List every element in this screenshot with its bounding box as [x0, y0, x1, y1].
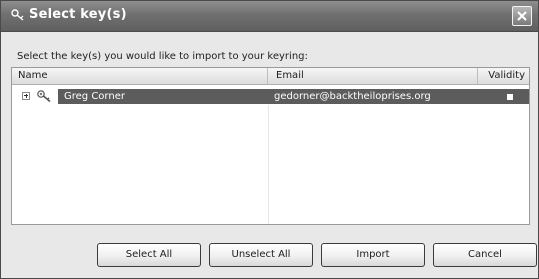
close-icon — [517, 11, 527, 21]
window-title: Select key(s) — [29, 7, 127, 22]
keys-list[interactable]: Name Email Validity Greg Corner gedorner… — [11, 67, 530, 225]
key-email-cell: gedorner@backtheiloprises.org — [274, 91, 431, 102]
key-pair-icon — [37, 90, 51, 103]
column-divider — [268, 105, 269, 224]
select-keys-dialog: Select key(s) Select the key(s) you woul… — [0, 0, 539, 279]
column-header-name[interactable]: Name — [12, 68, 268, 84]
list-item[interactable]: Greg Corner gedorner@backtheiloprises.or… — [12, 85, 529, 105]
keys-icon — [11, 9, 24, 21]
import-button[interactable]: Import — [321, 243, 425, 267]
title-bar[interactable]: Select key(s) — [1, 1, 538, 32]
button-bar: Select All Unselect All Import Cancel — [1, 233, 538, 278]
close-button[interactable] — [512, 6, 532, 26]
column-header-validity[interactable]: Validity — [478, 68, 529, 84]
list-header: Name Email Validity — [12, 68, 529, 85]
unselect-all-button[interactable]: Unselect All — [209, 243, 313, 267]
column-header-email[interactable]: Email — [268, 68, 478, 84]
expand-icon[interactable] — [22, 92, 30, 100]
instruction-label: Select the key(s) you would like to impo… — [17, 51, 308, 62]
cancel-button[interactable]: Cancel — [433, 243, 537, 267]
square-icon — [507, 94, 513, 100]
select-all-button[interactable]: Select All — [97, 243, 201, 267]
key-name-cell: Greg Corner — [64, 91, 125, 102]
